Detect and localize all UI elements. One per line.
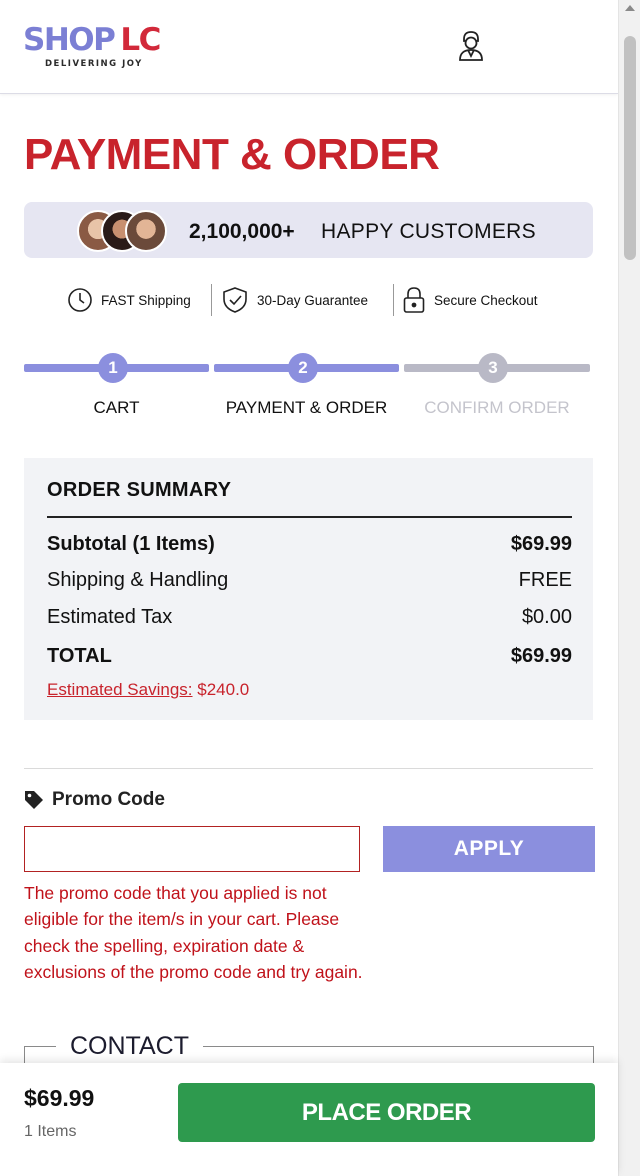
shop-lc-logo[interactable]: SHOP LC DELIVERING JOY (23, 22, 173, 72)
step-label-cart[interactable]: CART (24, 398, 209, 418)
promo-code-header: Promo Code (24, 787, 165, 813)
summary-label: Estimated Tax (47, 606, 173, 628)
promo-code-label: Promo Code (52, 789, 165, 810)
contact-heading: CONTACT (56, 1032, 203, 1061)
estimated-savings-value: $240.0 (197, 680, 250, 699)
trust-badge-secure: Secure Checkout (402, 284, 538, 316)
shield-check-icon (223, 287, 247, 313)
summary-row-total: TOTAL $69.99 (47, 645, 572, 671)
summary-label: Shipping & Handling (47, 569, 229, 591)
summary-row-tax: Estimated Tax $0.00 (47, 606, 572, 632)
lock-icon (403, 287, 425, 313)
user-account-icon[interactable] (457, 30, 485, 62)
trust-badge-guarantee: 30-Day Guarantee (221, 284, 368, 316)
divider (47, 516, 572, 518)
logo-lc-text: LC (120, 22, 161, 58)
customer-avatar (125, 210, 167, 252)
scrollbar-thumb[interactable] (624, 36, 636, 260)
promo-error-message: The promo code that you applied is not e… (24, 883, 363, 982)
trust-badge-shipping: FAST Shipping (67, 284, 191, 316)
logo-shop-text: SHOP (23, 22, 116, 58)
divider (393, 284, 394, 316)
step-label-payment: PAYMENT & ORDER (225, 398, 388, 417)
divider (24, 768, 593, 769)
clock-icon (68, 288, 92, 312)
tag-icon (25, 791, 43, 809)
page-scrollbar[interactable] (618, 0, 640, 1176)
order-summary: ORDER SUMMARY Subtotal (1 Items) $69.99 … (24, 458, 593, 720)
order-item-count: 1 Items (24, 1123, 77, 1140)
order-summary-title: ORDER SUMMARY (47, 479, 232, 501)
logo-tagline: DELIVERING JOY (45, 59, 143, 69)
step-number-2: 2 (288, 353, 318, 383)
promo-code-input[interactable] (24, 826, 360, 872)
summary-label: TOTAL (47, 645, 112, 667)
divider (211, 284, 212, 316)
estimated-savings: Estimated Savings: $240.0 (47, 680, 249, 700)
summary-row-subtotal: Subtotal (1 Items) $69.99 (47, 533, 572, 559)
summary-value: FREE (518, 569, 572, 591)
order-total-price: $69.99 (24, 1085, 95, 1111)
checkout-bottom-bar: $69.99 1 Items PLACE ORDER (0, 1063, 618, 1176)
place-order-button[interactable]: PLACE ORDER (178, 1083, 595, 1142)
summary-value: $69.99 (510, 645, 572, 667)
trust-badges: FAST Shipping 30-Day Guarantee Secure Ch… (0, 284, 618, 316)
apply-promo-button[interactable]: APPLY (383, 826, 595, 872)
scroll-up-arrow-icon[interactable] (625, 5, 635, 11)
customer-label: HAPPY CUSTOMERS (321, 220, 536, 243)
trust-badge-label: Secure Checkout (434, 292, 538, 308)
trust-badge-label: FAST Shipping (101, 292, 191, 308)
summary-row-shipping: Shipping & Handling FREE (47, 569, 572, 595)
summary-label: Subtotal (1 Items) (47, 533, 215, 555)
step-label-confirm: CONFIRM ORDER (424, 398, 570, 417)
page-title: PAYMENT & ORDER (24, 130, 440, 179)
happy-customers-banner: 2,100,000+ HAPPY CUSTOMERS (24, 202, 593, 258)
site-header: SHOP LC DELIVERING JOY (0, 0, 618, 94)
trust-badge-label: 30-Day Guarantee (257, 292, 369, 308)
estimated-savings-link[interactable]: Estimated Savings: (47, 680, 193, 699)
logo-wordmark: SHOP LC (23, 22, 161, 58)
step-number-3: 3 (478, 353, 508, 383)
customer-count: 2,100,000+ (189, 220, 295, 243)
step-number-1[interactable]: 1 (98, 353, 128, 383)
summary-value: $69.99 (510, 533, 572, 555)
summary-value: $0.00 (521, 606, 572, 628)
